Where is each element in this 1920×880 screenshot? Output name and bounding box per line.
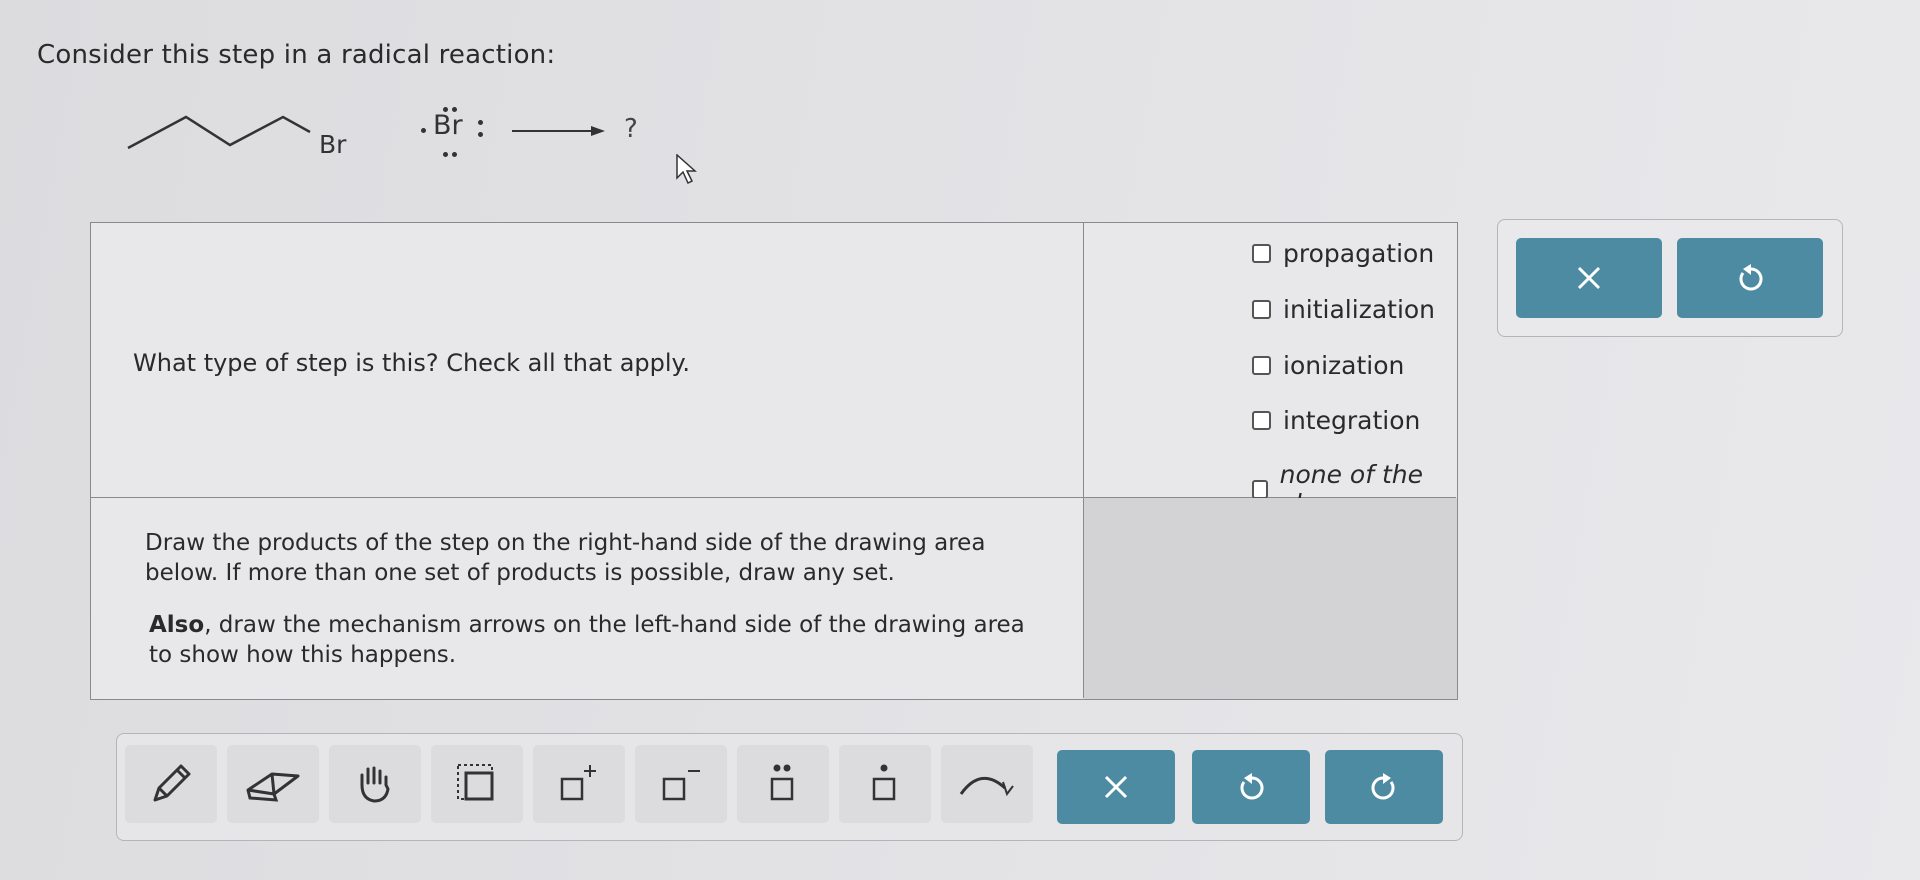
lone-pair-tool[interactable]	[737, 745, 829, 823]
option-initialization[interactable]: initialization	[1252, 295, 1435, 324]
checkbox[interactable]	[1252, 356, 1271, 375]
undo-icon	[1739, 264, 1763, 291]
undo-icon	[1240, 773, 1264, 800]
redo-icon	[1371, 773, 1395, 800]
move-tool[interactable]	[329, 745, 421, 823]
negative-charge-icon	[662, 770, 700, 801]
mouse-cursor-icon	[676, 154, 697, 185]
checkbox[interactable]	[1252, 244, 1271, 263]
undo-answer-button[interactable]	[1677, 238, 1823, 318]
negative-charge-tool[interactable]	[635, 745, 727, 823]
step-type-question: What type of step is this? Check all tha…	[133, 349, 690, 377]
bromopropane-skeletal-structure	[127, 115, 605, 150]
curved-arrow-tool[interactable]	[941, 745, 1033, 823]
undo-drawing-button[interactable]	[1192, 750, 1310, 824]
question-prompt: Consider this step in a radical reaction…	[37, 40, 556, 70]
drawing-instructions: Draw the products of the step on the rig…	[145, 530, 986, 586]
step-type-options: propagation initialization ionization in…	[1084, 223, 1456, 518]
hand-icon	[360, 766, 390, 803]
drawing-toolbar	[116, 733, 1463, 841]
blank-cell	[1084, 498, 1457, 699]
redo-drawing-button[interactable]	[1325, 750, 1443, 824]
answer-controls-panel	[1497, 219, 1843, 337]
question-table: What type of step is this? Check all tha…	[90, 222, 1458, 700]
positive-charge-tool[interactable]	[533, 745, 625, 823]
checkbox[interactable]	[1252, 300, 1271, 319]
option-integration[interactable]: integration	[1252, 406, 1420, 435]
clear-drawing-button[interactable]	[1057, 750, 1175, 824]
selection-icon	[457, 764, 494, 801]
radical-br-label: Br	[433, 110, 463, 141]
positive-charge-icon	[560, 765, 596, 801]
drawing-instructions-cell: Draw the products of the step on the rig…	[91, 498, 1084, 698]
eraser-icon	[246, 772, 300, 802]
mechanism-instructions: Also, draw the mechanism arrows on the l…	[149, 612, 1025, 668]
reaction-scheme: Br Br ?	[120, 100, 680, 190]
single-electron-tool[interactable]	[839, 745, 931, 823]
unknown-product: ?	[624, 114, 638, 144]
eraser-tool[interactable]	[227, 745, 319, 823]
option-ionization[interactable]: ionization	[1252, 351, 1404, 380]
checkbox[interactable]	[1252, 479, 1268, 499]
selection-tool[interactable]	[431, 745, 523, 823]
clear-answer-button[interactable]	[1516, 238, 1662, 318]
checkbox[interactable]	[1252, 411, 1271, 430]
close-icon	[1104, 775, 1128, 799]
single-electron-icon	[872, 764, 896, 801]
curved-arrow-icon	[959, 777, 1014, 797]
step-type-question-cell: What type of step is this? Check all tha…	[91, 223, 1084, 498]
pencil-icon	[153, 764, 191, 802]
lone-pair-icon	[770, 764, 794, 801]
option-propagation[interactable]: propagation	[1252, 239, 1434, 268]
reactant-br-label: Br	[319, 130, 347, 159]
bromine-radical: Br	[421, 107, 483, 157]
pencil-tool[interactable]	[125, 745, 217, 823]
close-icon	[1577, 266, 1601, 290]
